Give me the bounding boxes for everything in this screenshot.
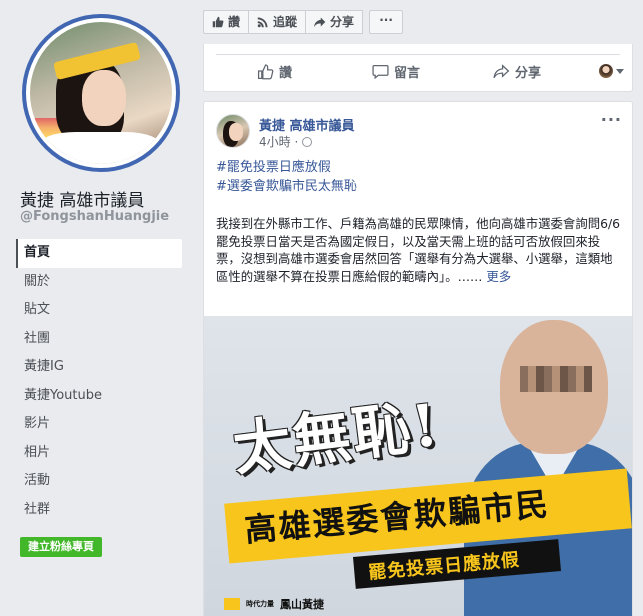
nav-item-community[interactable]: 社群 — [16, 496, 182, 525]
share-arrow-icon — [314, 17, 326, 28]
follow-button[interactable]: 追蹤 — [249, 10, 307, 34]
comment-action-label: 留言 — [394, 66, 421, 81]
poster-logo-text: 時代力量 — [246, 600, 274, 608]
main-column: 讚 追蹤 分享 ··· 讚 留言 分享 黃捷 高雄市議員 4小時 · ··· #… — [193, 0, 643, 616]
post-author-name[interactable]: 黃捷 高雄市議員 — [259, 115, 355, 134]
post-as-avatar[interactable] — [599, 64, 613, 78]
follow-label: 追蹤 — [273, 15, 298, 29]
nav-item-home[interactable]: 首頁 — [16, 239, 182, 268]
party-logo-icon — [224, 598, 240, 610]
face-graphic — [82, 70, 126, 126]
share-action-label: 分享 — [515, 66, 542, 81]
mosaic-blur-graphic — [520, 366, 592, 392]
page-handle[interactable]: @FongshanHuangjie — [20, 209, 169, 224]
hashtag-link[interactable]: #選委會欺騙市民太無恥 — [216, 175, 357, 194]
page-like-button[interactable]: 讚 — [203, 10, 250, 34]
page-action-bar: 讚 追蹤 分享 ··· — [203, 10, 404, 34]
shirt-graphic — [40, 132, 160, 164]
page-share-label: 分享 — [330, 15, 355, 29]
previous-post-actions: 讚 留言 分享 — [203, 44, 633, 92]
thumbs-up-icon — [212, 16, 224, 28]
post-card: 黃捷 高雄市議員 4小時 · ··· #罷免投票日應放假 #選委會欺騙市民太無恥… — [203, 101, 633, 616]
divider — [216, 54, 620, 55]
globe-icon — [302, 136, 313, 147]
post-timestamp[interactable]: 4小時 · — [259, 133, 313, 150]
nav-item-instagram[interactable]: 黃捷IG — [16, 353, 182, 382]
post-image[interactable]: 太無恥! 高雄選委會欺騙市民 罷免投票日應放假 時代力量 鳳山黃捷 — [204, 316, 632, 616]
nav-item-groups[interactable]: 社團 — [16, 325, 182, 354]
nav-item-posts[interactable]: 貼文 — [16, 296, 182, 325]
page-more-button[interactable]: ··· — [369, 10, 404, 34]
comment-action[interactable]: 留言 — [372, 62, 420, 81]
post-author-avatar[interactable] — [216, 114, 250, 148]
post-body-text: 我接到在外縣市工作、戶籍為高雄的民眾陳情，他向高雄市選委會詢問6/6罷免投票日當… — [216, 216, 621, 284]
profile-photo — [30, 22, 172, 164]
left-column: 黃捷 高雄市議員 @FongshanHuangjie 首頁 關於 貼文 社團 黃… — [0, 0, 193, 616]
poster-logo: 時代力量 鳳山黃捷 — [224, 596, 324, 612]
poster-headline: 太無恥! — [229, 390, 444, 484]
nav-item-about[interactable]: 關於 — [16, 268, 182, 297]
nav-item-events[interactable]: 活動 — [16, 467, 182, 496]
create-page-button[interactable]: 建立粉絲專頁 — [20, 537, 102, 557]
like-action-label: 讚 — [279, 66, 293, 81]
nav-item-photos[interactable]: 相片 — [16, 439, 182, 468]
caret-down-icon[interactable] — [616, 69, 624, 74]
nav-item-videos[interactable]: 影片 — [16, 410, 182, 439]
see-more-link[interactable]: 更多 — [486, 269, 511, 284]
rss-icon — [257, 17, 268, 28]
page-share-button[interactable]: 分享 — [306, 10, 364, 34]
post-options-button[interactable]: ··· — [601, 110, 622, 129]
hashtag-link[interactable]: #罷免投票日應放假 — [216, 156, 331, 175]
share-action[interactable]: 分享 — [493, 62, 541, 81]
page-like-label: 讚 — [228, 15, 241, 29]
post-text: 我接到在外縣市工作、戶籍為高雄的民眾陳情，他向高雄市選委會詢問6/6罷免投票日當… — [216, 215, 624, 285]
comment-bubble-icon — [372, 65, 389, 80]
profile-avatar[interactable] — [22, 14, 180, 172]
post-time-label: 4小時 · — [259, 135, 299, 149]
nav-item-youtube[interactable]: 黃捷Youtube — [16, 382, 182, 411]
face-graphic — [229, 123, 243, 141]
page-nav: 首頁 關於 貼文 社團 黃捷IG 黃捷Youtube 影片 相片 活動 社群 — [16, 239, 182, 524]
poster-logo-name: 鳳山黃捷 — [280, 598, 324, 611]
page-name[interactable]: 黃捷 高雄市議員 — [20, 186, 144, 211]
share-arrow-icon — [493, 64, 510, 79]
thumbs-up-icon — [257, 64, 274, 80]
like-action[interactable]: 讚 — [257, 62, 292, 81]
